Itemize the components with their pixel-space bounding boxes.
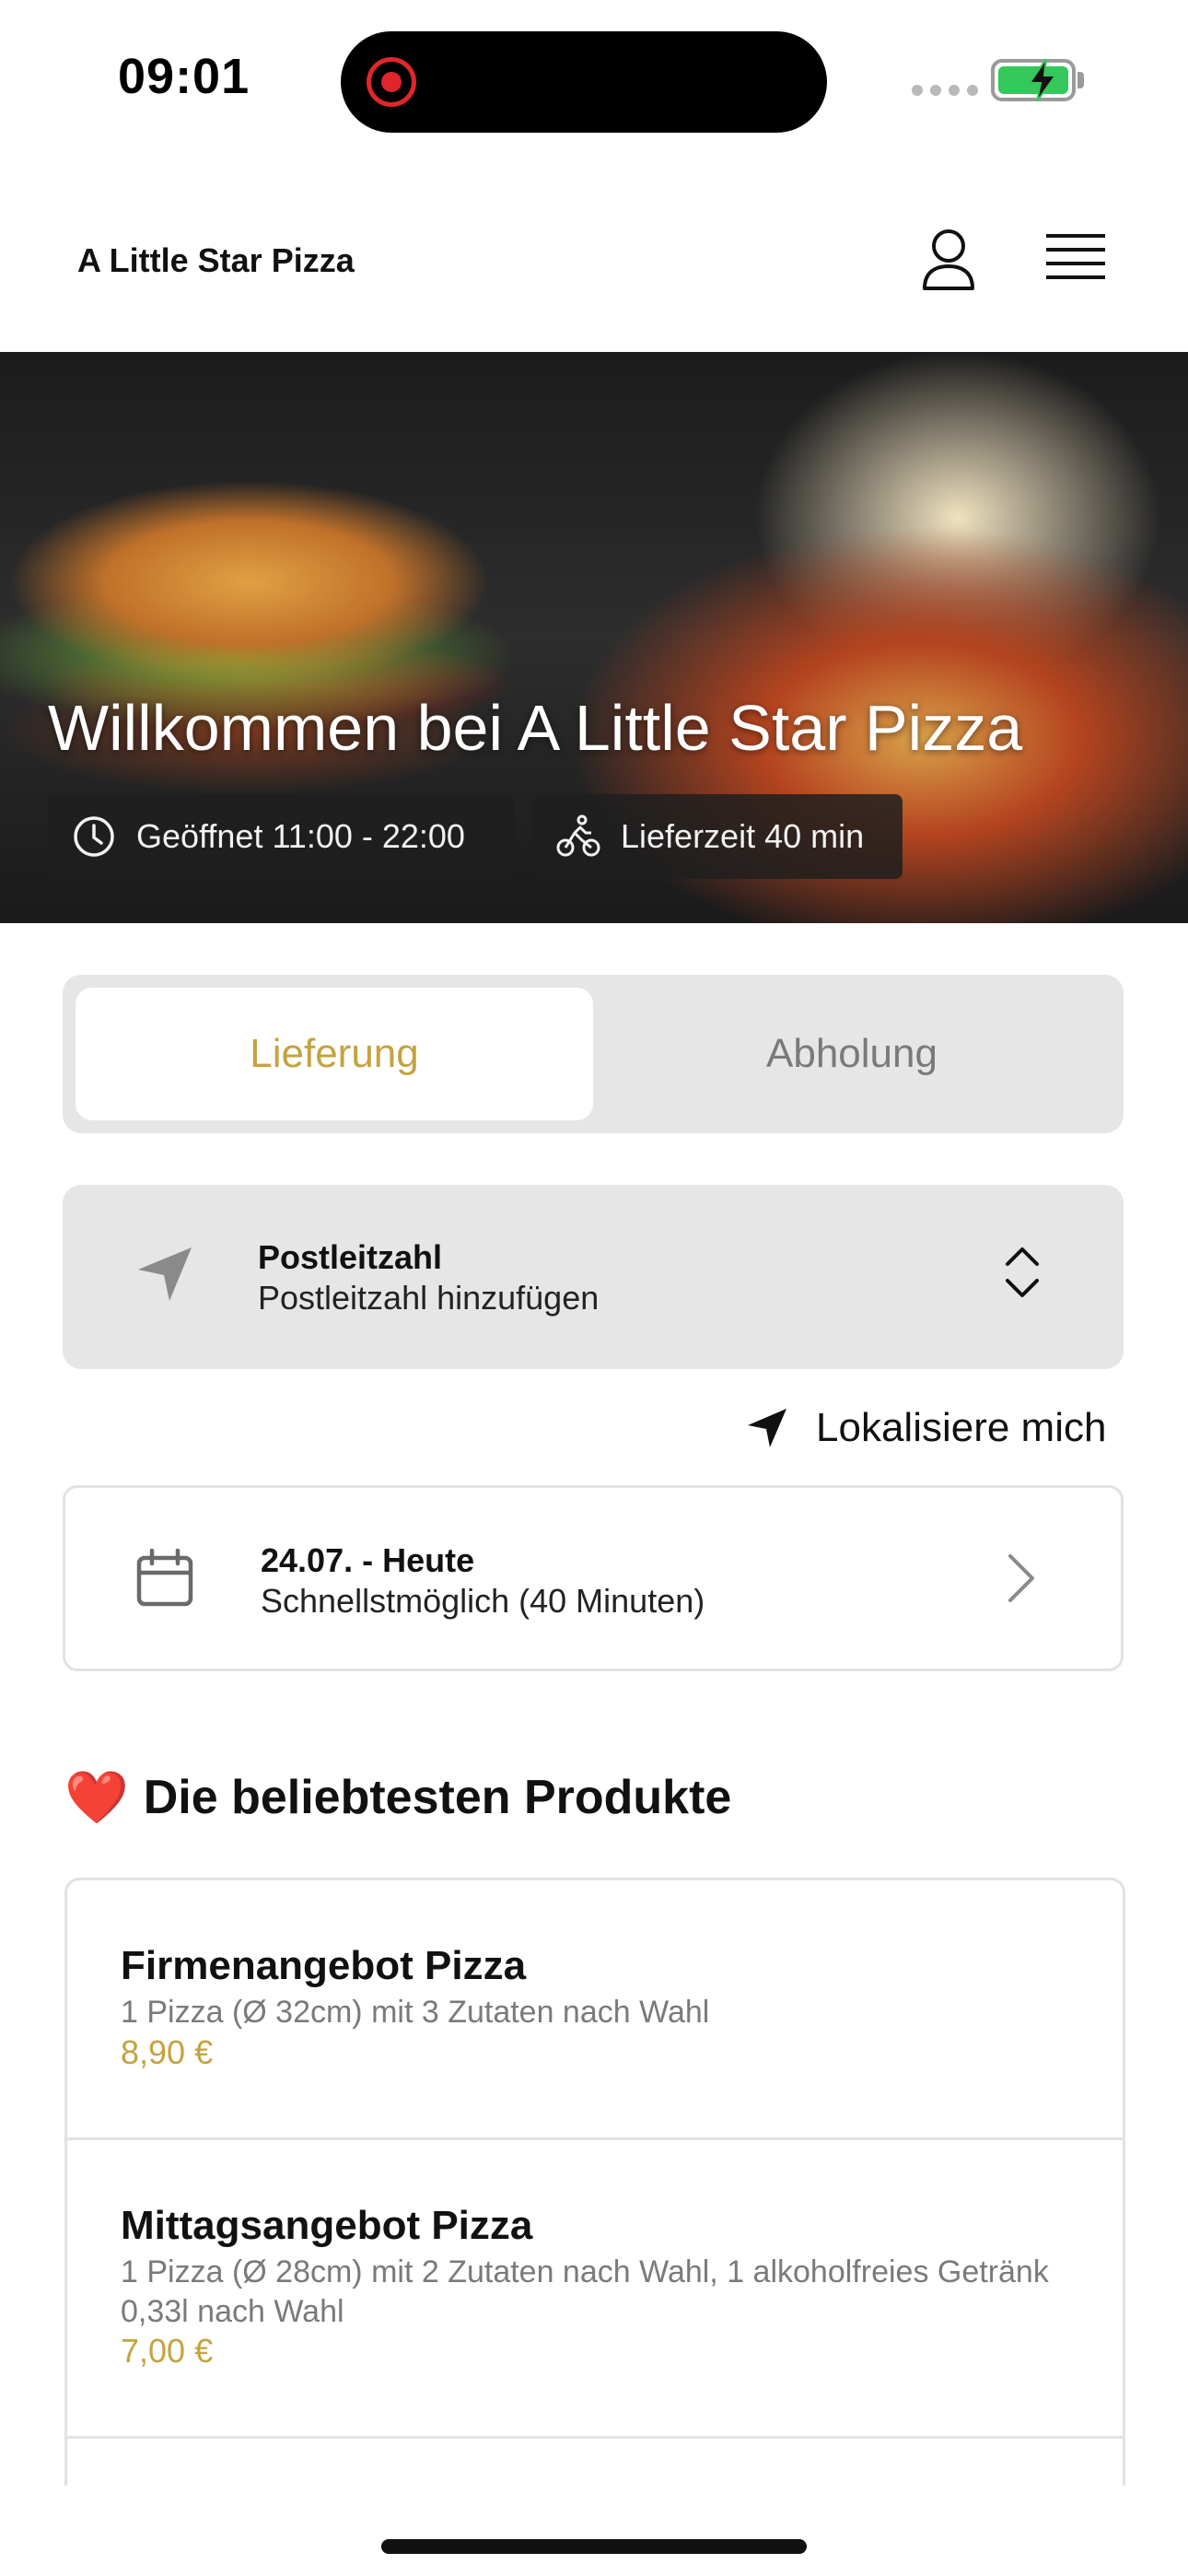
product-item[interactable]: Firmenangebot Pizza 1 Pizza (Ø 32cm) mit… [67, 1880, 1123, 2140]
delivery-time-text: Lieferzeit 40 min [621, 817, 865, 855]
hero-banner: Willkommen bei A Little Star Pizza Geöff… [0, 352, 1188, 923]
postal-code-selector[interactable]: Postleitzahl Postleitzahl hinzufügen [63, 1185, 1124, 1369]
screen-recording-icon [367, 57, 416, 107]
delivery-time-chip: Lieferzeit 40 min [532, 794, 903, 879]
delivery-time-selector[interactable]: 24.07. - Heute Schnellstmöglich (40 Minu… [63, 1485, 1124, 1671]
dynamic-island [341, 31, 827, 133]
opening-hours-chip: Geöffnet 11:00 - 22:00 [48, 794, 514, 879]
account-button[interactable] [912, 221, 985, 299]
calendar-icon [136, 1549, 193, 1607]
product-description: 1 Pizza (Ø 28cm) mit 2 Zutaten nach Wahl… [121, 2254, 1049, 2329]
delivery-date: 24.07. - Heute [261, 1541, 475, 1579]
hero-title: Willkommen bei A Little Star Pizza [48, 692, 1023, 764]
locate-me-label: Lokalisiere mich [816, 1405, 1107, 1450]
user-icon [923, 229, 974, 290]
app-title[interactable]: A Little Star Pizza [77, 241, 355, 280]
product-description: 1 Pizza (Ø 32cm) mit 3 Zutaten nach Wahl [121, 1995, 710, 2030]
popular-products-title: Die beliebtesten Produkte [143, 1771, 732, 1824]
tab-pickup[interactable]: Abholung [593, 988, 1111, 1120]
locate-me-button[interactable]: Lokalisiere mich [746, 1402, 1124, 1454]
product-name: Mittagsangebot Pizza [121, 2203, 533, 2248]
postal-code-label: Postleitzahl [258, 1238, 443, 1276]
postal-code-placeholder: Postleitzahl hinzufügen [258, 1279, 600, 1317]
battery-icon [991, 59, 1076, 101]
hamburger-menu-icon [1046, 234, 1105, 279]
delivery-time-option: Schnellstmöglich (40 Minuten) [261, 1582, 705, 1620]
heart-icon: ❤️ [64, 1768, 129, 1826]
order-mode-toggle: Lieferung Abholung [63, 975, 1124, 1133]
popular-products-heading: ❤️ Die beliebtesten Produkte [64, 1767, 731, 1828]
opening-hours-text: Geöffnet 11:00 - 22:00 [136, 817, 465, 855]
status-bar: 09:01 [0, 0, 1188, 157]
status-time: 09:01 [118, 49, 250, 104]
chevron-up-down-icon [1006, 1247, 1039, 1297]
battery-cap [1077, 72, 1084, 88]
menu-button[interactable] [1039, 227, 1112, 291]
clock-icon [74, 816, 114, 857]
product-price: 8,90 € [121, 2033, 214, 2071]
tab-delivery[interactable]: Lieferung [76, 988, 593, 1120]
product-item[interactable]: Mittagsangebot Pizza 1 Pizza (Ø 28cm) mi… [67, 2140, 1123, 2439]
product-name: Firmenangebot Pizza [121, 1943, 527, 1988]
product-price: 7,00 € [121, 2332, 214, 2370]
product-list: Firmenangebot Pizza 1 Pizza (Ø 32cm) mit… [64, 1878, 1125, 2486]
location-arrow-icon [748, 1409, 786, 1447]
home-indicator[interactable] [381, 2539, 807, 2554]
location-arrow-icon [138, 1247, 192, 1301]
cellular-signal-icon [912, 85, 978, 96]
bicycle-courier-icon [556, 814, 600, 857]
chevron-right-icon [1008, 1554, 1034, 1602]
app-header: A Little Star Pizza [0, 184, 1188, 352]
